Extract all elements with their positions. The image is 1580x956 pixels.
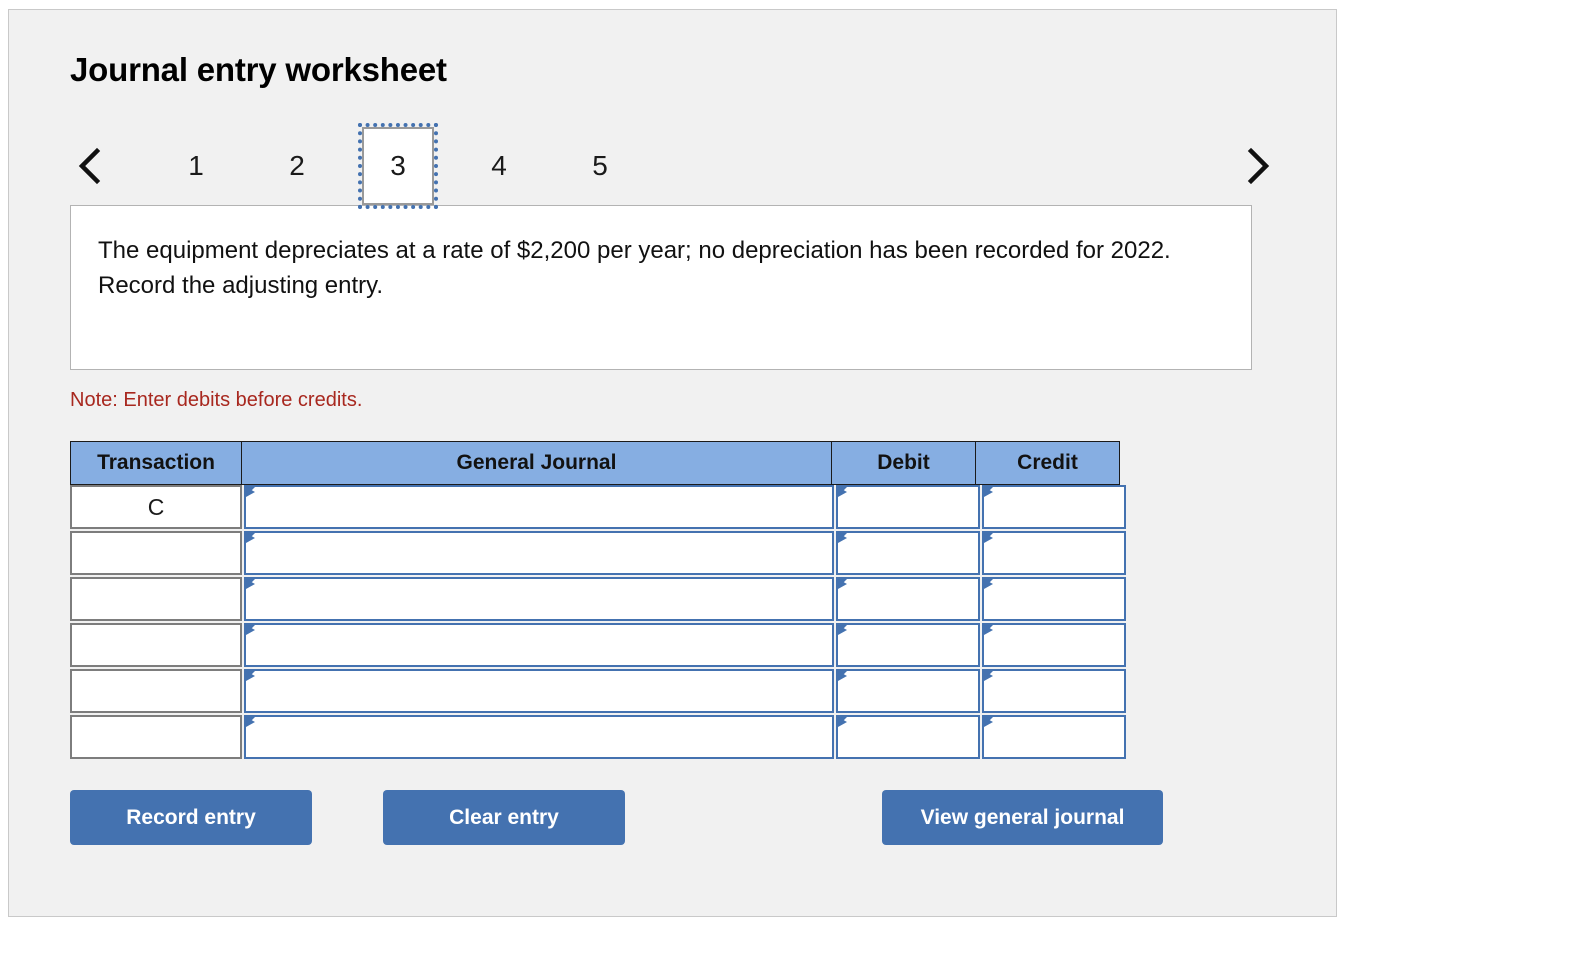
question-text: The equipment depreciates at a rate of $… bbox=[98, 237, 1171, 299]
tab-page-3[interactable]: 3 bbox=[358, 123, 438, 209]
column-header-transaction: Transaction bbox=[70, 441, 242, 485]
table-row bbox=[70, 623, 1154, 667]
tab-page-4[interactable]: 4 bbox=[463, 127, 535, 205]
tab-page-1[interactable]: 1 bbox=[160, 127, 232, 205]
general-journal-input[interactable] bbox=[244, 623, 834, 667]
transaction-cell: C bbox=[70, 485, 242, 529]
column-header-debit: Debit bbox=[832, 441, 976, 485]
next-entry-button[interactable] bbox=[1238, 140, 1278, 192]
question-panel: The equipment depreciates at a rate of $… bbox=[70, 205, 1252, 370]
previous-entry-button[interactable] bbox=[70, 140, 110, 192]
general-journal-input[interactable] bbox=[244, 485, 834, 529]
table-row bbox=[70, 715, 1154, 759]
credit-input[interactable] bbox=[982, 669, 1126, 713]
journal-entry-panel: Journal entry worksheet 1 2 3 4 5 The eq… bbox=[8, 9, 1337, 917]
debit-input[interactable] bbox=[836, 531, 980, 575]
credit-input[interactable] bbox=[982, 485, 1126, 529]
tab-label: 5 bbox=[592, 150, 608, 181]
column-header-general-journal: General Journal bbox=[242, 441, 832, 485]
debit-input[interactable] bbox=[836, 715, 980, 759]
page-title: Journal entry worksheet bbox=[70, 51, 447, 88]
general-journal-input[interactable] bbox=[244, 531, 834, 575]
transaction-cell bbox=[70, 577, 242, 621]
transaction-cell bbox=[70, 669, 242, 713]
table-row: C bbox=[70, 485, 1154, 529]
view-general-journal-button[interactable]: View general journal bbox=[882, 790, 1163, 845]
tab-page-5[interactable]: 5 bbox=[564, 127, 636, 205]
debit-input[interactable] bbox=[836, 485, 980, 529]
tab-label: 3 bbox=[390, 150, 406, 181]
debits-before-credits-note: Note: Enter debits before credits. bbox=[70, 389, 363, 411]
general-journal-input[interactable] bbox=[244, 715, 834, 759]
table-row bbox=[70, 669, 1154, 713]
table-header-row: Transaction General Journal Debit Credit bbox=[70, 441, 1154, 485]
transaction-cell bbox=[70, 623, 242, 667]
table-row bbox=[70, 531, 1154, 575]
credit-input[interactable] bbox=[982, 623, 1126, 667]
general-journal-input[interactable] bbox=[244, 577, 834, 621]
record-entry-button[interactable]: Record entry bbox=[70, 790, 312, 845]
chevron-right-icon bbox=[1247, 147, 1270, 185]
credit-input[interactable] bbox=[982, 715, 1126, 759]
debit-input[interactable] bbox=[836, 669, 980, 713]
journal-entry-table: Transaction General Journal Debit Credit… bbox=[70, 441, 1154, 759]
tab-page-2[interactable]: 2 bbox=[261, 127, 333, 205]
transaction-cell bbox=[70, 531, 242, 575]
credit-input[interactable] bbox=[982, 577, 1126, 621]
transaction-cell bbox=[70, 715, 242, 759]
tab-label: 4 bbox=[491, 150, 507, 181]
column-header-credit: Credit bbox=[976, 441, 1120, 485]
tab-label: 1 bbox=[188, 150, 204, 181]
table-row bbox=[70, 577, 1154, 621]
tab-label: 2 bbox=[289, 150, 305, 181]
chevron-left-icon bbox=[78, 147, 101, 185]
debit-input[interactable] bbox=[836, 577, 980, 621]
action-button-bar: Record entry Clear entry View general jo… bbox=[70, 790, 1280, 850]
general-journal-input[interactable] bbox=[244, 669, 834, 713]
credit-input[interactable] bbox=[982, 531, 1126, 575]
clear-entry-button[interactable]: Clear entry bbox=[383, 790, 625, 845]
worksheet-pager: 1 2 3 4 5 bbox=[70, 123, 1280, 214]
debit-input[interactable] bbox=[836, 623, 980, 667]
